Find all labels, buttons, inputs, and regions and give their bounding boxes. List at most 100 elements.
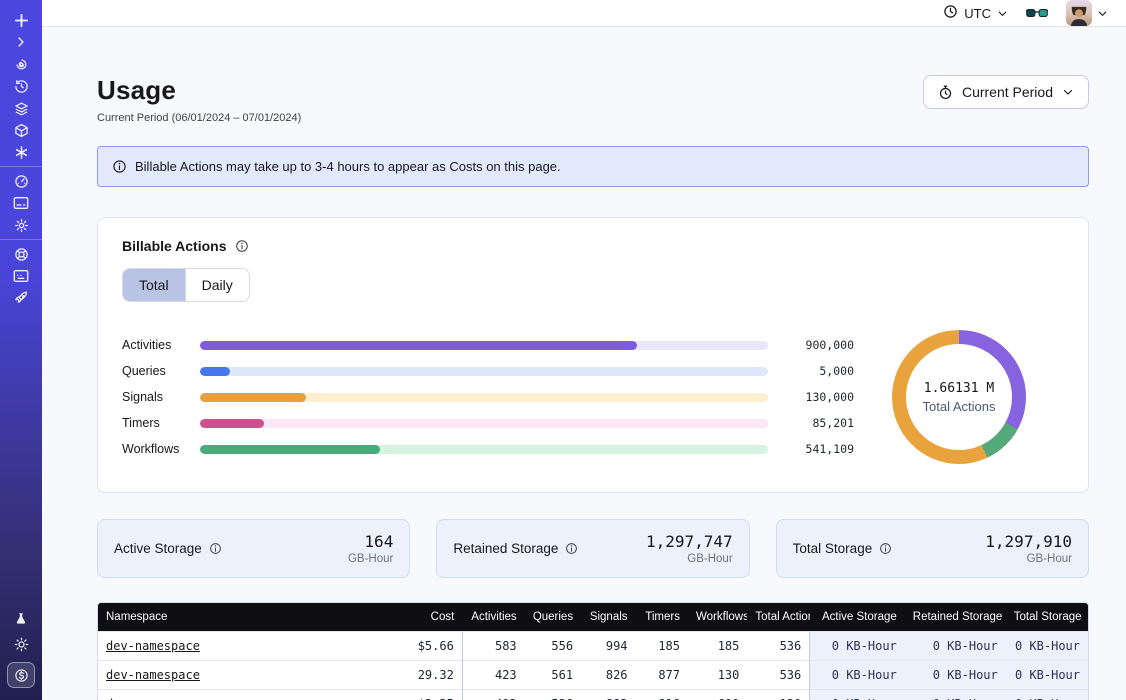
- queries-cell: 536: [525, 690, 581, 700]
- history-clock-icon[interactable]: [8, 78, 34, 94]
- bar-chart: Activities 900,000 Queries 5,000 Signals: [122, 340, 854, 454]
- terminal-icon[interactable]: [8, 268, 34, 284]
- col-cost[interactable]: Cost: [375, 603, 462, 632]
- billable-actions-card: Billable Actions Total Daily Activities …: [97, 217, 1089, 493]
- card-icon[interactable]: [8, 195, 34, 211]
- col-activities[interactable]: Activities: [462, 603, 524, 632]
- total-actions-cell: 536: [747, 661, 809, 690]
- info-icon[interactable]: [235, 239, 249, 253]
- bar-fill: [200, 341, 637, 350]
- bar-label: Queries: [122, 364, 200, 378]
- bar-fill: [200, 445, 380, 454]
- retained-storage-label: Retained Storage: [453, 541, 558, 556]
- col-workflows[interactable]: Workflows: [688, 603, 747, 632]
- spiral-icon[interactable]: [8, 56, 34, 72]
- avatar: [1066, 0, 1092, 26]
- info-banner: Billable Actions may take up to 3-4 hour…: [97, 146, 1089, 187]
- bar-value: 130,000: [768, 390, 854, 404]
- active-storage-card: Active Storage 164 GB-Hour: [97, 519, 410, 578]
- col-queries[interactable]: Queries: [525, 603, 581, 632]
- sidebar-divider: [0, 166, 42, 167]
- user-menu[interactable]: [1066, 0, 1108, 26]
- workflows-cell: 185: [688, 632, 747, 661]
- rocket-icon[interactable]: [8, 290, 34, 306]
- retained-storage-card: Retained Storage 1,297,747 GB-Hour: [436, 519, 749, 578]
- activities-cell: 492: [462, 690, 524, 700]
- col-timers[interactable]: Timers: [636, 603, 688, 632]
- signals-cell: 994: [581, 632, 635, 661]
- bar-row-workflows: Workflows 541,109: [122, 444, 854, 454]
- gear-icon[interactable]: [8, 217, 34, 233]
- col-total-actions[interactable]: Total Actions: [747, 603, 809, 632]
- bar-fill: [200, 419, 264, 428]
- page-title: Usage: [97, 75, 301, 106]
- total-actions-cell: 130: [747, 690, 809, 700]
- sidebar-top-group: [0, 12, 42, 160]
- namespace-link[interactable]: dev-namespace: [106, 668, 200, 682]
- page-header: Usage Current Period (06/01/2024 – 07/01…: [97, 75, 1089, 124]
- bar-value: 5,000: [768, 364, 854, 378]
- col-signals[interactable]: Signals: [581, 603, 635, 632]
- activities-cell: 583: [462, 632, 524, 661]
- bar-label: Activities: [122, 338, 200, 352]
- flask-icon[interactable]: [8, 610, 34, 626]
- tab-daily[interactable]: Daily: [185, 269, 249, 301]
- glasses-icon[interactable]: [1026, 6, 1048, 20]
- chevron-right-icon[interactable]: [8, 34, 34, 50]
- timers-cell: 877: [636, 661, 688, 690]
- timezone-selector[interactable]: UTC: [943, 4, 1008, 22]
- billable-chart: Activities 900,000 Queries 5,000 Signals: [122, 330, 1064, 464]
- chevron-down-icon: [1097, 8, 1108, 19]
- table-row: dev-namespace 29.32 423 561 826 877 130 …: [98, 661, 1088, 690]
- donut-center: 1.66131 M Total Actions: [892, 330, 1026, 464]
- bar-track: [200, 341, 768, 350]
- active-storage-cell: 0 KB-Hour: [810, 690, 905, 700]
- lifebuoy-icon[interactable]: [8, 246, 34, 262]
- col-retained-storage[interactable]: Retained Storage: [905, 603, 1006, 632]
- stopwatch-icon: [938, 85, 953, 100]
- bar-row-activities: Activities 900,000: [122, 340, 854, 350]
- signals-cell: 883: [581, 690, 635, 700]
- bar-track: [200, 419, 768, 428]
- active-storage-value: 164: [348, 532, 393, 551]
- info-icon[interactable]: [565, 542, 578, 555]
- signals-cell: 826: [581, 661, 635, 690]
- queries-cell: 561: [525, 661, 581, 690]
- period-dropdown-button[interactable]: Current Period: [923, 75, 1089, 109]
- layers-icon[interactable]: [8, 100, 34, 116]
- info-icon[interactable]: [209, 542, 222, 555]
- storage-cards: Active Storage 164 GB-Hour Retained Stor…: [97, 519, 1089, 578]
- topbar: UTC: [42, 0, 1126, 27]
- workflows-cell: 600: [688, 690, 747, 700]
- asterisk-icon[interactable]: [8, 144, 34, 160]
- usage-active-indicator[interactable]: [7, 662, 35, 688]
- sidebar-divider: [0, 239, 42, 240]
- billable-actions-title: Billable Actions: [122, 238, 227, 254]
- sidebar-mid-group: [0, 173, 42, 233]
- active-storage-cell: 0 KB-Hour: [810, 661, 905, 690]
- sun-icon[interactable]: [8, 636, 34, 652]
- table-row: dev-namespace $3.35 492 536 883 816 600 …: [98, 690, 1088, 700]
- bar-row-timers: Timers 85,201: [122, 418, 854, 428]
- sidebar-bottom-group: [0, 610, 42, 688]
- col-active-storage[interactable]: Active Storage: [810, 603, 905, 632]
- workflows-cell: 130: [688, 661, 747, 690]
- timers-cell: 185: [636, 632, 688, 661]
- gauge-icon[interactable]: [8, 173, 34, 189]
- bar-track: [200, 367, 768, 376]
- billable-tabs: Total Daily: [122, 268, 250, 302]
- retained-storage-cell: 0 KB-Hour: [905, 690, 1006, 700]
- cube-icon[interactable]: [8, 122, 34, 138]
- donut-total-label: Total Actions: [923, 399, 996, 414]
- bar-label: Timers: [122, 416, 200, 430]
- total-storage-cell: 0 KB-Hour: [1006, 632, 1088, 661]
- tab-total[interactable]: Total: [123, 269, 185, 301]
- total-storage-unit: GB-Hour: [985, 553, 1072, 565]
- info-icon[interactable]: [879, 542, 892, 555]
- timezone-label: UTC: [964, 6, 991, 21]
- col-namespace[interactable]: Namespace: [98, 603, 375, 632]
- bar-value: 541,109: [768, 442, 854, 456]
- namespace-link[interactable]: dev-namespace: [106, 639, 200, 653]
- temporal-logo-icon[interactable]: [8, 12, 34, 28]
- col-total-storage[interactable]: Total Storage: [1006, 603, 1088, 632]
